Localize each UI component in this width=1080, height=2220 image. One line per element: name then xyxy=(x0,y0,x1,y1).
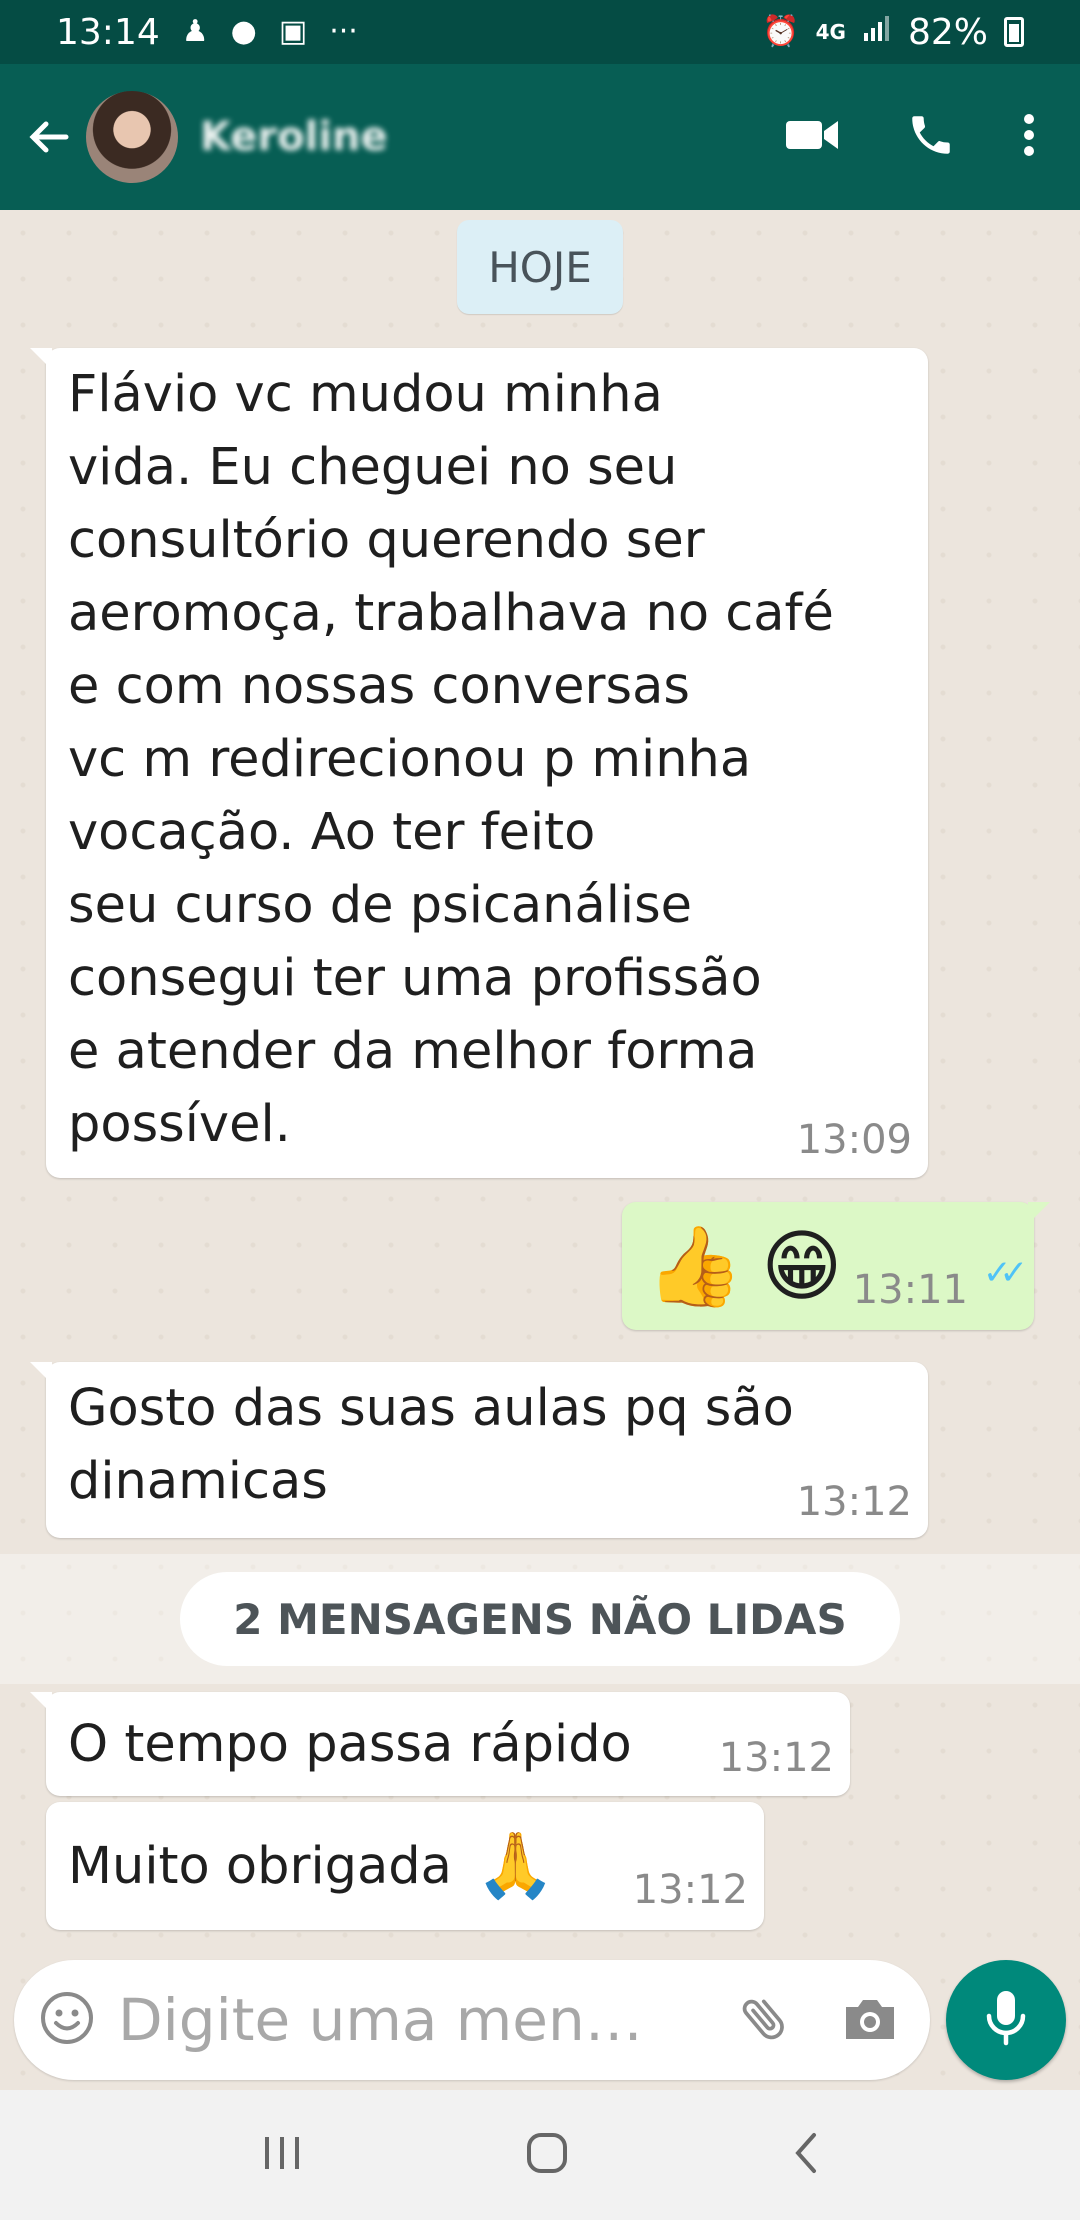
read-ticks-icon: ✓✓ xyxy=(983,1253,1028,1293)
mic-icon xyxy=(983,1988,1029,2052)
chat-area[interactable]: HOJE Flávio vc mudou minha vida. Eu cheg… xyxy=(0,210,1080,2090)
date-chip: HOJE xyxy=(457,220,623,314)
alarm-icon: ⏰ xyxy=(762,14,800,49)
message-composer[interactable]: Digite uma men… xyxy=(14,1960,930,2080)
message-text: Flávio vc mudou minha vida. Eu cheguei n… xyxy=(68,365,834,1154)
video-call-icon[interactable] xyxy=(784,115,840,159)
message-time: 13:11 xyxy=(852,1267,968,1313)
bubble-tail xyxy=(30,1362,52,1384)
recents-icon[interactable] xyxy=(260,2133,304,2177)
message-time: 13:09 xyxy=(796,1117,912,1163)
composer-actions xyxy=(736,1990,906,2050)
avatar[interactable] xyxy=(86,91,178,183)
mic-button[interactable] xyxy=(946,1960,1066,2080)
back-arrow-icon[interactable] xyxy=(18,107,78,167)
message-outgoing[interactable]: 👍 😁 13:11 ✓✓ xyxy=(622,1202,1050,1330)
praying-hands-emoji: 🙏 xyxy=(475,1828,556,1903)
chat-header: Keroline xyxy=(0,64,1080,210)
home-icon[interactable] xyxy=(524,2130,570,2180)
back-icon[interactable] xyxy=(790,2130,820,2180)
message-text: O tempo passa rápido xyxy=(68,1714,632,1774)
status-left: 13:14 ♟ ● ▣ ··· xyxy=(56,12,358,53)
message-incoming[interactable]: Flávio vc mudou minha vida. Eu cheguei n… xyxy=(30,348,928,1178)
grinning-emoji: 😁 xyxy=(761,1222,843,1312)
unread-label: 2 MENSAGENS NÃO LIDAS xyxy=(180,1572,900,1666)
more-icon: ··· xyxy=(329,14,358,49)
message-incoming[interactable]: Gosto das suas aulas pq são dinamicas 13… xyxy=(30,1362,928,1538)
emoji-row: 👍 😁 xyxy=(646,1224,842,1310)
bubble-tail xyxy=(30,1692,52,1714)
status-bar: 13:14 ♟ ● ▣ ··· ⏰ 4G 82% xyxy=(0,0,1080,64)
attach-icon[interactable] xyxy=(736,1990,792,2050)
notification-icon: ● xyxy=(230,14,257,49)
header-actions xyxy=(784,110,1062,164)
notification-icon: ♟ xyxy=(181,14,209,49)
more-vert-icon[interactable] xyxy=(1022,112,1036,162)
message-time: 13:12 xyxy=(796,1479,912,1525)
network-icon: 4G xyxy=(815,20,846,44)
voicemail-icon: ▣ xyxy=(278,14,308,49)
contact-name[interactable]: Keroline xyxy=(200,114,388,160)
battery-icon xyxy=(1004,17,1024,47)
status-time: 13:14 xyxy=(56,11,160,53)
camera-icon[interactable] xyxy=(842,1993,898,2047)
message-input[interactable]: Digite uma men… xyxy=(118,1986,736,2054)
thumbs-up-emoji: 👍 xyxy=(646,1222,744,1312)
battery-percent: 82% xyxy=(907,11,988,53)
bubble-tail xyxy=(1028,1202,1050,1224)
message-time: 13:12 xyxy=(632,1867,748,1913)
message-incoming[interactable]: O tempo passa rápido 13:12 xyxy=(30,1692,850,1796)
bubble-tail xyxy=(30,348,52,370)
message-text: Muito obrigada xyxy=(68,1836,452,1896)
voice-call-icon[interactable] xyxy=(906,110,956,164)
status-right: ⏰ 4G 82% xyxy=(762,12,1024,53)
emoji-icon[interactable] xyxy=(38,1989,96,2051)
signal-icon xyxy=(862,15,892,49)
message-time: 13:12 xyxy=(718,1735,834,1781)
system-nav-bar xyxy=(0,2090,1080,2220)
message-incoming[interactable]: Muito obrigada 🙏 13:12 xyxy=(46,1802,764,1930)
